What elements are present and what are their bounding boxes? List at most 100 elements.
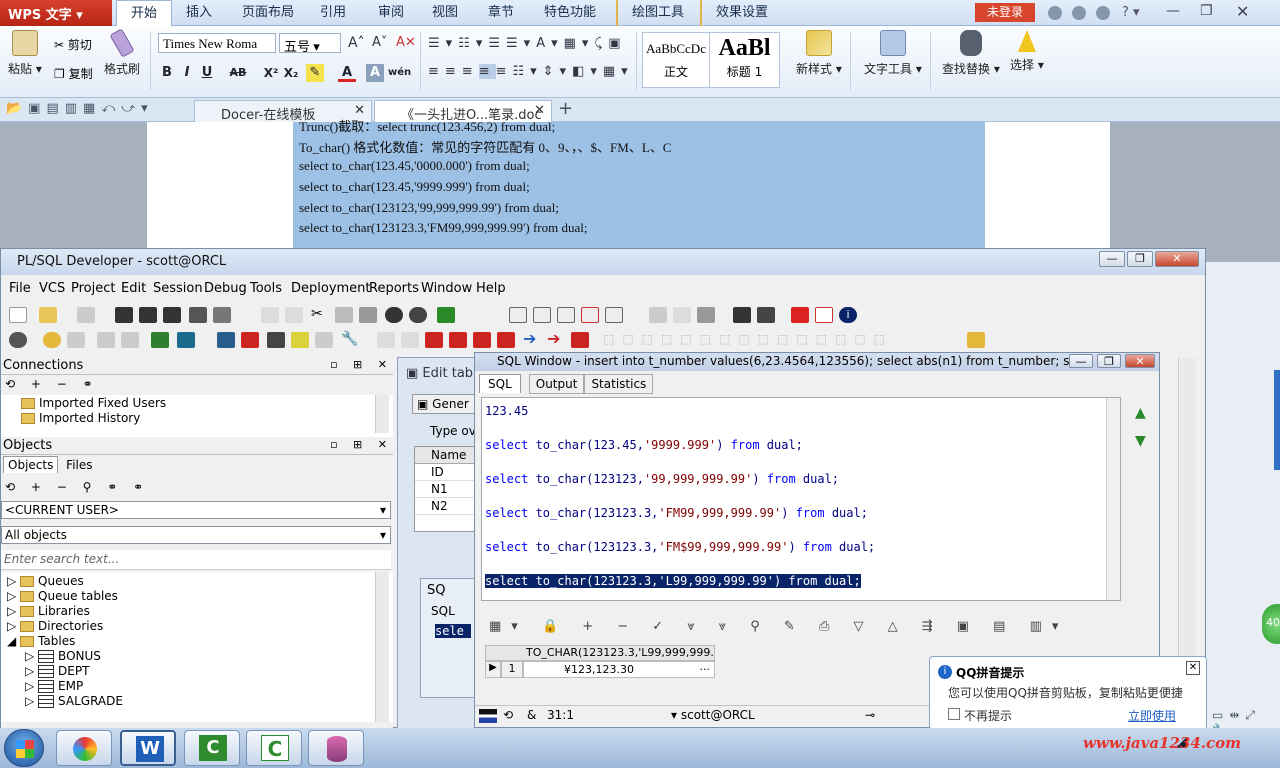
tab-page-layout[interactable]: 页面布局 [228, 0, 308, 26]
arrow-up-icon[interactable]: ▲ [1135, 405, 1146, 421]
table-item[interactable]: ▷ DEPT [1, 663, 393, 678]
pencil-icon[interactable] [967, 332, 985, 348]
sql-maximize-button[interactable]: ❐ [1097, 354, 1121, 368]
tab-effect-settings[interactable]: 效果设置 [700, 0, 782, 26]
format-painter-button[interactable]: 格式刷 [104, 28, 140, 77]
menu-deployment[interactable]: Deployment [291, 281, 371, 296]
search-input[interactable]: Enter search text... [1, 550, 391, 570]
red-cube3-icon[interactable] [473, 332, 491, 348]
tab-features[interactable]: 特色功能 [530, 0, 610, 26]
print-icon[interactable] [77, 307, 95, 323]
pdf-icon[interactable] [815, 307, 833, 323]
menu-session[interactable]: Session [153, 281, 203, 296]
align-buttons-row[interactable]: ≡≡≡≡≡☷▾⇕▾◧▾▦▾ [428, 64, 634, 79]
table-item[interactable]: ▷ BONUS [1, 648, 393, 663]
bold-icon[interactable]: B [158, 64, 176, 82]
table-row[interactable]: N1 [415, 481, 475, 498]
wrench-icon[interactable]: 🔧 [341, 331, 358, 347]
underline-icon[interactable]: U [198, 64, 216, 82]
wps-logo[interactable]: WPS 文字 ▾ [0, 0, 112, 26]
disconnect-icon[interactable] [241, 332, 259, 348]
char-border-icon[interactable]: wén [388, 64, 411, 82]
menu-vcs[interactable]: VCS [39, 281, 65, 296]
comment-icon[interactable] [557, 307, 575, 323]
print-preview-icon[interactable] [213, 307, 231, 323]
clear-format-icon[interactable]: A✕ [396, 35, 416, 50]
new-style-button[interactable]: 新样式 ▾ [796, 30, 842, 77]
result-toolbar[interactable]: ▦▾ 🔒 + − ✓ ⩔ ⩔ ⚲ ✎ ⎙ ▽ △ ⇶ ▣ ▤ ▥▾ [489, 619, 1068, 634]
sql-minimize-button[interactable]: — [1069, 354, 1093, 368]
minimize-button[interactable]: — [1099, 251, 1125, 267]
close-icon[interactable]: ✕ [1236, 2, 1249, 21]
user-select[interactable]: <CURRENT USER> ▾ [1, 501, 391, 519]
dont-show-checkbox[interactable] [948, 708, 960, 720]
gear-icon[interactable] [43, 332, 61, 348]
cell-edit-button[interactable]: ··· [700, 663, 711, 676]
italic-icon[interactable]: I [178, 64, 196, 82]
skin-icon[interactable] [1048, 6, 1062, 20]
windows-icon[interactable] [733, 307, 751, 323]
connect-icon[interactable] [217, 332, 235, 348]
export-icon[interactable] [291, 332, 309, 348]
new-sql-icon[interactable] [151, 332, 169, 348]
template-icon[interactable] [605, 307, 623, 323]
grow-font-icon[interactable]: A˄ [348, 35, 365, 51]
find-icon[interactable] [385, 307, 403, 323]
sql-close-button[interactable]: ✕ [1125, 354, 1155, 368]
new-tab-icon[interactable]: + [558, 98, 573, 119]
copy-icon[interactable] [335, 307, 353, 323]
arrow-right-blue-icon[interactable]: ➔ [523, 329, 536, 348]
menu-reports[interactable]: Reports [369, 281, 419, 296]
editor-scrollbar[interactable] [1106, 398, 1120, 600]
save-as-icon[interactable] [139, 307, 157, 323]
menu-help[interactable]: Help [476, 281, 506, 296]
open-icon[interactable] [39, 307, 57, 323]
menu-tools[interactable]: Tools [250, 281, 282, 296]
tab-sql[interactable]: SQL [479, 374, 521, 393]
list-buttons-row[interactable]: ☰▾☷▾☰☰▾A▾▦▾⤹▣ [428, 36, 627, 51]
style-heading1[interactable]: AaBl 标题 1 [710, 32, 780, 88]
red-cube4-icon[interactable] [497, 332, 515, 348]
import-icon[interactable] [315, 332, 333, 348]
pane-controls[interactable]: ▫ ⊞ ✕ [330, 358, 393, 371]
tab-review[interactable]: 审阅 [364, 0, 418, 26]
tab-objects[interactable]: Objects [3, 456, 59, 473]
side-float-badge[interactable]: 40 [1262, 604, 1280, 644]
highlight-icon[interactable]: ✎ [306, 64, 324, 82]
font-family-select[interactable]: Times New Roma [158, 33, 276, 53]
pin-icon[interactable]: ⊸ [865, 708, 875, 722]
taskbar-app-camtasia-recorder[interactable]: C [246, 730, 302, 766]
tree-item[interactable]: ◢ Tables [1, 633, 393, 648]
db-icon[interactable] [97, 332, 115, 348]
explain-icon[interactable] [267, 332, 285, 348]
restore-icon[interactable]: ❐ [1200, 3, 1213, 19]
strikethrough-icon[interactable]: AB [226, 64, 250, 82]
text-tools-button[interactable]: 文字工具 ▾ [864, 30, 922, 77]
shrink-font-icon[interactable]: A˅ [372, 35, 387, 50]
maximize-button[interactable]: ❐ [1127, 251, 1153, 267]
goto-icon[interactable] [437, 307, 455, 323]
font-size-select[interactable]: 五号 ▾ [279, 33, 341, 54]
tab-drawing-tools[interactable]: 绘图工具 [616, 0, 698, 26]
menu-edit[interactable]: Edit [121, 281, 146, 296]
tab-output[interactable]: Output [528, 374, 585, 394]
cut-button[interactable]: ✂ 剪切 [54, 36, 92, 53]
list-item[interactable]: Imported Fixed Users [1, 395, 393, 410]
taskbar-app-wps[interactable]: W [120, 730, 176, 766]
tree-item[interactable]: ▷ Directories [1, 618, 393, 633]
find-replace-button[interactable]: 查找替换 ▾ [942, 30, 1000, 77]
scrollbar[interactable] [375, 395, 389, 433]
table-item[interactable]: ▷ EMP [1, 678, 393, 693]
objects-toolbar[interactable]: ⟲ + − ⚲ ⚭ ⚭ [1, 477, 393, 499]
shirt-icon[interactable] [1096, 6, 1110, 20]
start-button[interactable] [4, 729, 44, 767]
sql-window-icon[interactable] [177, 332, 195, 348]
use-now-link[interactable]: 立即使用 [1128, 707, 1176, 724]
tab-insert[interactable]: 插入 [172, 0, 226, 26]
cut-icon[interactable]: ✂ [311, 306, 323, 322]
indent-icon[interactable] [509, 307, 527, 323]
tab-home[interactable]: 开始 [116, 0, 173, 26]
print-setup-icon[interactable] [189, 307, 207, 323]
redo-icon[interactable] [285, 307, 303, 323]
result-cell[interactable]: ¥123,123.30 ··· [523, 661, 715, 678]
